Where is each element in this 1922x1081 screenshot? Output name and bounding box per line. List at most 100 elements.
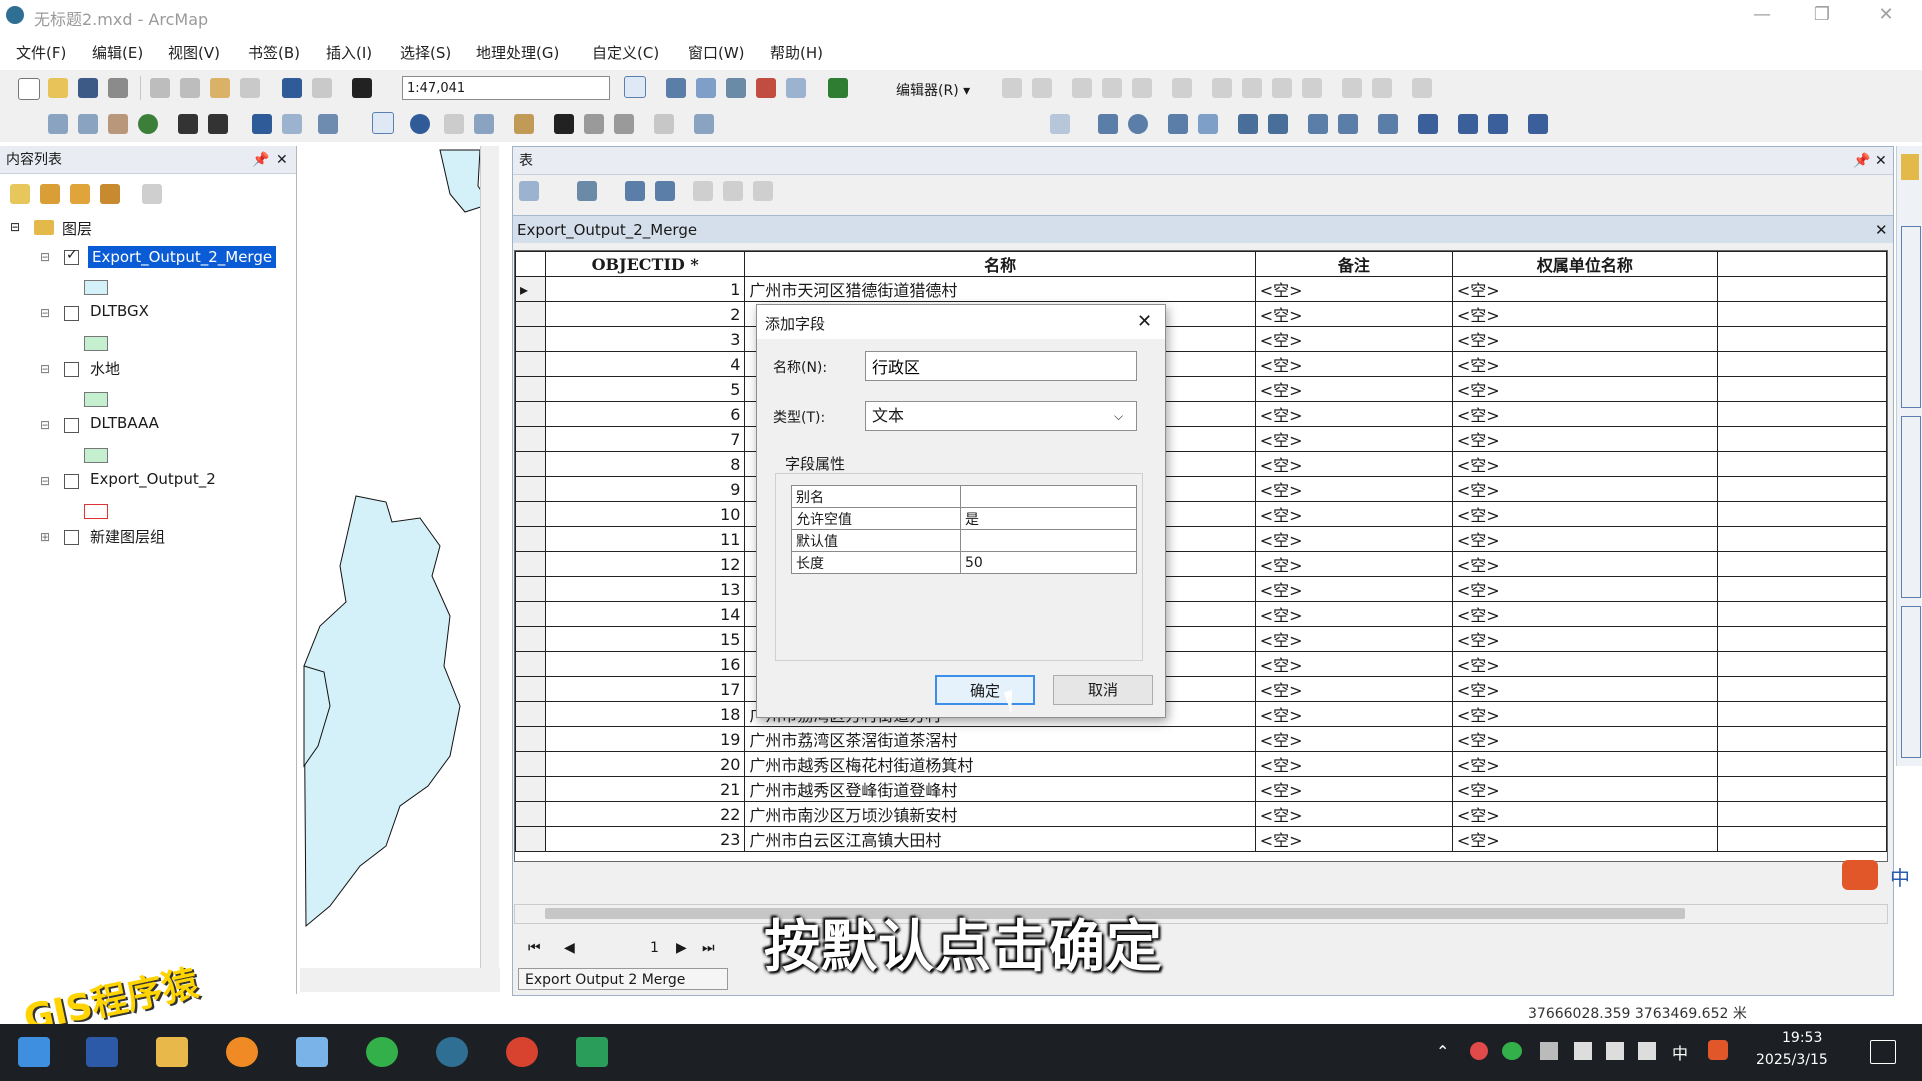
table-row[interactable]: 13 <空> <空>	[515, 576, 1887, 602]
menu-help[interactable]: 帮助(H)	[770, 42, 823, 63]
table-row[interactable]: 11 <空> <空>	[515, 526, 1887, 552]
menu-view[interactable]: 视图(V)	[168, 42, 220, 63]
table-tab-close-icon[interactable]: ✕	[1875, 216, 1888, 244]
search-icon[interactable]	[226, 1037, 258, 1067]
layers-stack-icon[interactable]	[1238, 114, 1258, 134]
table-row[interactable]: 17 <空> <空>	[515, 676, 1887, 702]
fixed-zoom-out-icon[interactable]	[208, 114, 228, 134]
layer-visibility-checkbox[interactable]	[64, 474, 79, 489]
table-row[interactable]: 12 <空> <空>	[515, 551, 1887, 577]
cell-extra[interactable]	[1716, 826, 1887, 852]
row-selector[interactable]	[515, 701, 546, 727]
list-by-source-icon[interactable]	[40, 184, 60, 204]
clip-icon[interactable]	[1488, 114, 1508, 134]
edit-tool-icon[interactable]	[1002, 78, 1022, 98]
layer-blue-icon[interactable]	[1268, 114, 1288, 134]
save-icon[interactable]	[78, 78, 98, 98]
row-selector[interactable]	[515, 826, 546, 852]
prev-record-icon[interactable]: ◀	[564, 940, 575, 956]
undo-icon[interactable]	[282, 78, 302, 98]
cell-remark[interactable]: <空>	[1254, 701, 1453, 727]
trace-icon[interactable]	[1132, 78, 1152, 98]
cell-owner-unit[interactable]: <空>	[1451, 376, 1718, 402]
cell-extra[interactable]	[1716, 376, 1887, 402]
row-selector[interactable]	[515, 376, 546, 402]
row-selector[interactable]	[515, 426, 546, 452]
row-selector[interactable]	[515, 626, 546, 652]
cell-remark[interactable]: <空>	[1254, 401, 1453, 427]
toc-layer-dltbgx[interactable]: DLTBGX	[90, 302, 149, 320]
cell-remark[interactable]: <空>	[1254, 451, 1453, 477]
cell-remark[interactable]: <空>	[1254, 626, 1453, 652]
add-data-icon[interactable]	[352, 78, 372, 98]
volume-icon[interactable]	[1638, 1042, 1656, 1060]
cell-objectid[interactable]: 4	[544, 351, 746, 377]
cell-owner-unit[interactable]: <空>	[1451, 701, 1718, 727]
cell-objectid[interactable]: 8	[544, 451, 746, 477]
row-selector[interactable]	[515, 401, 546, 427]
cell-objectid[interactable]: 17	[544, 676, 746, 702]
pin-icon[interactable]: 📌	[252, 146, 269, 174]
identify-icon[interactable]	[410, 114, 430, 134]
cell-extra[interactable]	[1716, 776, 1887, 802]
remote-desktop-icon[interactable]	[576, 1037, 608, 1067]
file-explorer-icon[interactable]	[156, 1037, 188, 1067]
field-type-select[interactable]: 文本 ⌵	[865, 401, 1137, 431]
cell-remark[interactable]: <空>	[1254, 601, 1453, 627]
html-popup-icon[interactable]	[474, 114, 494, 134]
cell-name[interactable]: 广州市越秀区登峰街道登峰村	[744, 776, 1256, 802]
cell-objectid[interactable]: 19	[544, 726, 746, 752]
cell-remark[interactable]: <空>	[1254, 801, 1453, 827]
fixed-zoom-in-icon[interactable]	[178, 114, 198, 134]
prop-value[interactable]: 50	[960, 551, 1137, 574]
zoom-in-icon[interactable]	[48, 114, 68, 134]
edit-annotation-icon[interactable]	[1032, 78, 1052, 98]
split-icon[interactable]	[1272, 78, 1292, 98]
cell-extra[interactable]	[1716, 326, 1887, 352]
calculator-icon[interactable]	[1378, 114, 1398, 134]
layer-symbol-swatch[interactable]	[84, 336, 108, 351]
cell-objectid[interactable]: 11	[544, 526, 746, 552]
editor-menu[interactable]: 编辑器(R) ▾	[896, 80, 970, 100]
cell-name[interactable]: 广州市南沙区万顷沙镇新安村	[744, 801, 1256, 827]
collapse-icon[interactable]: ⊟	[40, 306, 50, 320]
clock-date[interactable]: 2025/3/15	[1756, 1052, 1828, 1068]
toc-options-icon[interactable]	[142, 184, 162, 204]
row-selector[interactable]	[515, 301, 546, 327]
collapse-icon[interactable]: ⊟	[40, 362, 50, 376]
row-selector[interactable]	[515, 551, 546, 577]
delete-selected-icon[interactable]	[753, 181, 773, 201]
row-selector[interactable]	[515, 726, 546, 752]
toc-layer-water[interactable]: 水地	[90, 358, 120, 379]
prop-row[interactable]: 别名	[791, 485, 1137, 508]
layer-symbol-swatch[interactable]	[84, 448, 108, 463]
zoom-to-selected-icon[interactable]	[723, 181, 743, 201]
prop-value[interactable]: 是	[960, 507, 1137, 530]
table-row[interactable]: 2 <空> <空>	[515, 301, 1887, 327]
cell-owner-unit[interactable]: <空>	[1451, 451, 1718, 477]
collapse-icon[interactable]: ⊟	[40, 474, 50, 488]
cell-extra[interactable]	[1716, 676, 1887, 702]
cell-owner-unit[interactable]: <空>	[1451, 676, 1718, 702]
arcmap-taskbar-icon[interactable]	[436, 1037, 468, 1067]
cell-objectid[interactable]: 3	[544, 326, 746, 352]
table-row[interactable]: ▸ 1 广州市天河区猎德街道猎德村 <空> <空>	[515, 276, 1887, 302]
cell-owner-unit[interactable]: <空>	[1451, 476, 1718, 502]
table-row[interactable]: 23 广州市白云区江高镇大田村 <空> <空>	[515, 826, 1887, 852]
table-row[interactable]: 3 <空> <空>	[515, 326, 1887, 352]
cell-owner-unit[interactable]: <空>	[1451, 576, 1718, 602]
prop-value[interactable]	[960, 485, 1137, 508]
cell-extra[interactable]	[1716, 301, 1887, 327]
horizontal-scrollbar[interactable]	[514, 904, 1888, 924]
last-record-icon[interactable]: ⏭	[702, 940, 715, 956]
column-header-objectid[interactable]: OBJECTID *	[544, 251, 746, 277]
dock-tab[interactable]	[1901, 226, 1921, 408]
cell-name[interactable]: 广州市白云区江高镇大田村	[744, 826, 1256, 852]
prop-row[interactable]: 允许空值是	[791, 507, 1137, 530]
new-document-icon[interactable]	[18, 78, 40, 100]
open-folder-icon[interactable]	[48, 78, 68, 98]
cell-objectid[interactable]: 20	[544, 751, 746, 777]
prop-row[interactable]: 长度 50	[791, 551, 1137, 574]
cancel-button[interactable]: 取消	[1053, 675, 1153, 705]
layer-symbol-swatch[interactable]	[84, 392, 108, 407]
